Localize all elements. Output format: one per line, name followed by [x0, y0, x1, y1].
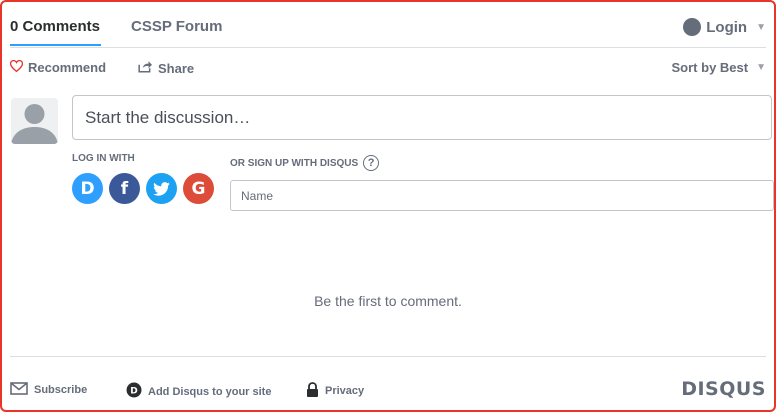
- footer-divider: [10, 356, 766, 357]
- login-label: Login: [706, 18, 748, 36]
- privacy-label: Privacy: [325, 385, 365, 397]
- footer: Subscribe D Add Disqus to your site Priv…: [10, 378, 766, 401]
- disqus-login-icon[interactable]: D: [72, 173, 103, 204]
- signup-label: OR SIGN UP WITH DISQUS: [230, 157, 359, 169]
- tab-comments[interactable]: 0 Comments: [10, 18, 100, 35]
- share-icon: [138, 60, 152, 76]
- share-label: Share: [158, 60, 195, 76]
- share-button[interactable]: Share: [138, 60, 194, 76]
- facebook-login-icon[interactable]: f: [109, 173, 140, 204]
- heart-icon: [9, 59, 24, 75]
- signup-label-row: OR SIGN UP WITH DISQUS ?: [230, 155, 380, 171]
- sort-dropdown[interactable]: Sort by Best ▼: [672, 60, 766, 75]
- empty-message: Be the first to comment.: [314, 293, 462, 309]
- name-input[interactable]: [230, 180, 774, 211]
- subscribe-link[interactable]: Subscribe: [10, 382, 87, 398]
- help-icon[interactable]: ?: [363, 155, 380, 171]
- add-disqus-label: Add Disqus to your site: [148, 385, 272, 398]
- sort-label: Sort by Best: [671, 60, 749, 75]
- social-login-buttons: D f G: [72, 173, 220, 204]
- chevron-down-icon: ▼: [756, 62, 766, 73]
- lock-icon: [306, 382, 319, 400]
- add-disqus-link[interactable]: D Add Disqus to your site: [126, 382, 271, 401]
- action-bar: Recommend Share Sort by Best ▼: [9, 59, 766, 78]
- subscribe-label: Subscribe: [34, 384, 88, 396]
- tab-bar: 0 Comments CSSP Forum: [10, 14, 766, 48]
- user-avatar-icon: [683, 18, 702, 36]
- envelope-icon: [10, 382, 28, 398]
- comment-textbox[interactable]: Start the discussion…: [72, 95, 772, 140]
- login-button[interactable]: Login ▼: [683, 18, 766, 36]
- recommend-button[interactable]: Recommend: [9, 59, 107, 75]
- twitter-login-icon[interactable]: [146, 173, 177, 204]
- chevron-down-icon: ▼: [756, 21, 766, 33]
- disqus-icon: D: [126, 382, 142, 401]
- active-tab-underline: [10, 44, 101, 46]
- svg-text:D: D: [130, 387, 137, 397]
- tab-forum[interactable]: CSSP Forum: [131, 18, 222, 35]
- login-with-label: LOG IN WITH: [72, 153, 135, 164]
- privacy-link[interactable]: Privacy: [306, 382, 364, 400]
- avatar-placeholder: [11, 98, 58, 144]
- recommend-label: Recommend: [28, 60, 107, 75]
- google-login-icon[interactable]: G: [183, 173, 214, 204]
- header-divider: [10, 47, 766, 48]
- disqus-logo[interactable]: DISQUS: [681, 378, 766, 400]
